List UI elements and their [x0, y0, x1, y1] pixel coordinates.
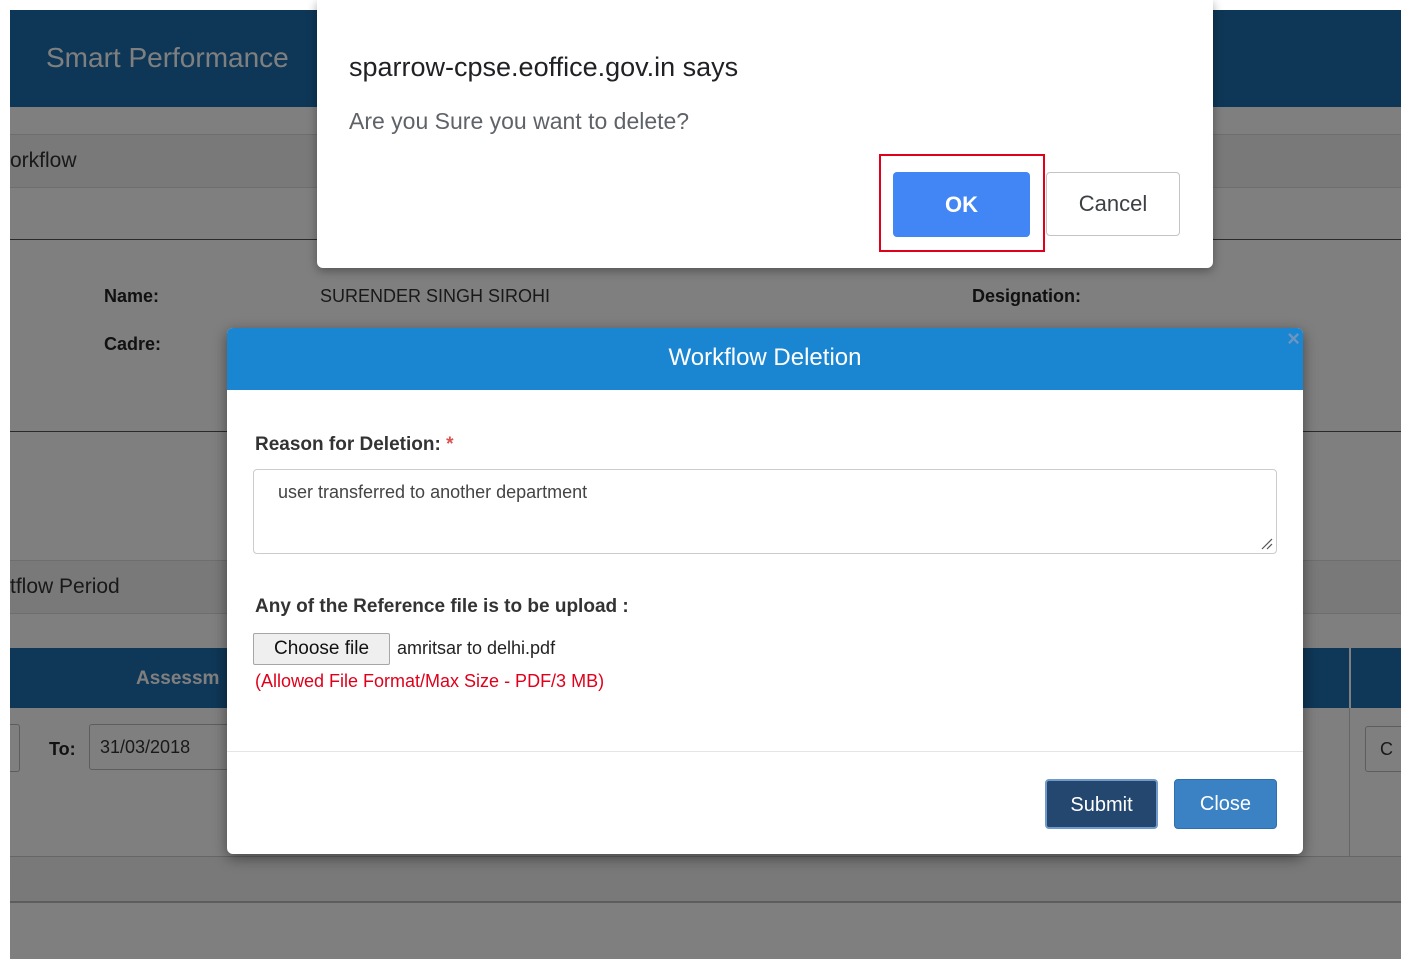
ok-button[interactable]: OK — [893, 172, 1030, 237]
workflow-deletion-modal: Workflow Deletion × Reason for Deletion:… — [227, 328, 1303, 854]
reason-textarea[interactable]: user transferred to another department — [253, 469, 1277, 554]
required-mark: * — [446, 434, 454, 455]
choose-file-button[interactable]: Choose file — [253, 633, 390, 665]
modal-footer-divider — [227, 751, 1303, 752]
upload-label: Any of the Reference file is to be uploa… — [255, 596, 629, 617]
modal-title: Workflow Deletion — [668, 344, 862, 371]
resize-handle-icon[interactable] — [1259, 536, 1273, 550]
confirm-dialog-title: sparrow-cpse.eoffice.gov.in says — [349, 52, 739, 82]
close-button[interactable]: Close — [1174, 779, 1277, 829]
modal-header: Workflow Deletion × — [227, 328, 1303, 390]
confirm-dialog-message: Are you Sure you want to delete? — [349, 108, 690, 134]
selected-file-name: amritsar to delhi.pdf — [397, 638, 556, 658]
reason-label-text: Reason for Deletion: — [255, 434, 441, 455]
modal-close-icon[interactable]: × — [1287, 328, 1300, 352]
file-format-hint: (Allowed File Format/Max Size - PDF/3 MB… — [255, 671, 605, 691]
confirm-dialog: sparrow-cpse.eoffice.gov.in says Are you… — [317, 0, 1213, 268]
reason-label: Reason for Deletion: * — [255, 434, 454, 456]
reason-text: user transferred to another department — [278, 482, 588, 502]
cancel-button[interactable]: Cancel — [1046, 172, 1180, 236]
submit-button[interactable]: Submit — [1045, 779, 1158, 829]
